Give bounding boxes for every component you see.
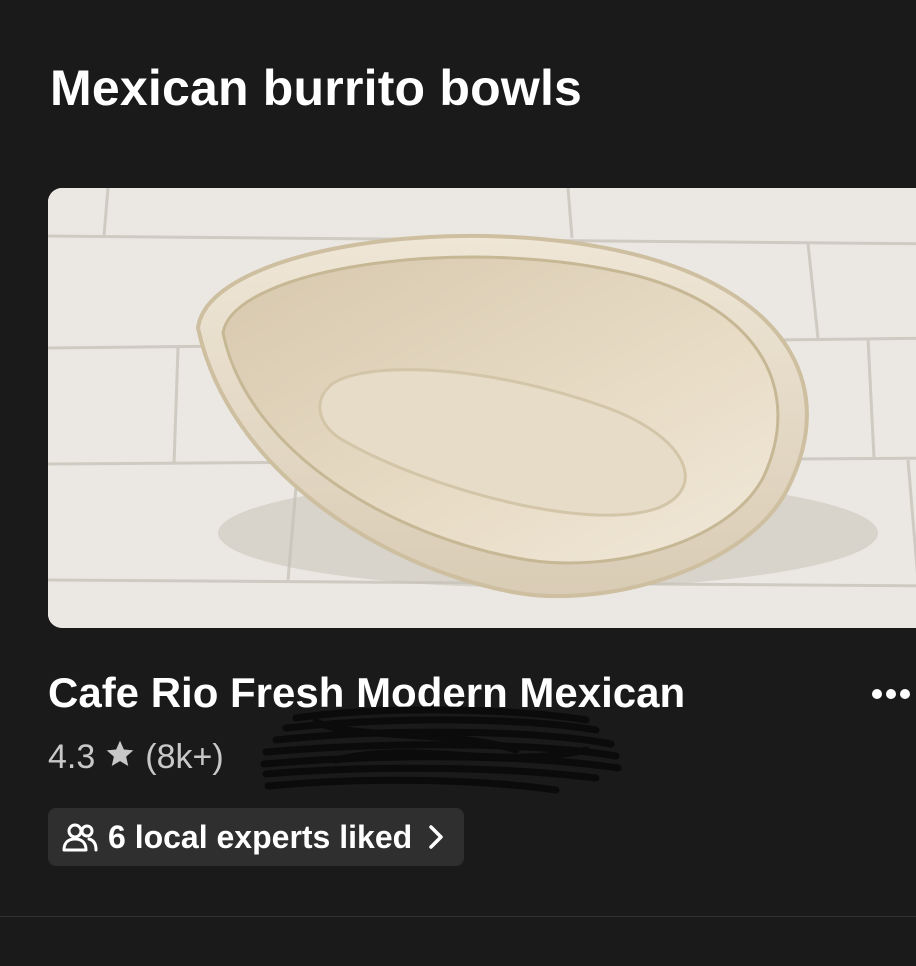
store-list-page: Mexican burrito bowls Cafe Rio Fresh Mod… (0, 0, 916, 966)
bowl-photo-icon (48, 188, 916, 628)
section-title: Mexican burrito bowls (50, 60, 583, 116)
store-image[interactable] (48, 188, 916, 628)
local-experts-label: 6 local experts liked (108, 818, 413, 855)
section-divider (0, 916, 916, 917)
more-options-button[interactable] (866, 674, 916, 714)
local-experts-chip[interactable]: 6 local experts liked (48, 808, 465, 866)
people-icon (62, 823, 98, 852)
redaction-scribble (260, 706, 622, 794)
chevron-right-icon (429, 825, 443, 849)
star-icon (103, 738, 137, 776)
review-count: (8k+) (145, 738, 224, 776)
rating-value: 4.3 (48, 738, 96, 776)
rating-row: 4.3 (8k+) (48, 738, 224, 776)
ellipsis-icon (872, 689, 910, 699)
